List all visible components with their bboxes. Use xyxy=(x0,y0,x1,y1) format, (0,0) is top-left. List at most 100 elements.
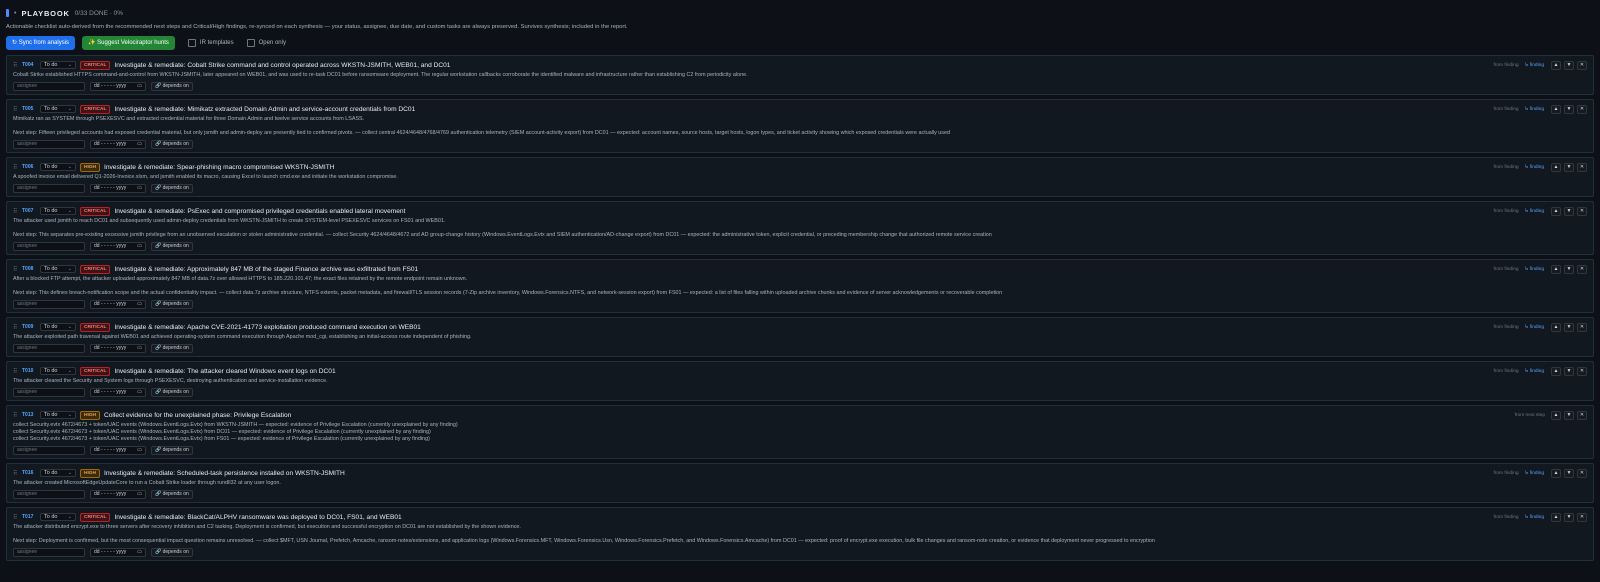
move-down-button[interactable]: ▼ xyxy=(1564,60,1574,70)
depends-on-button[interactable]: 🔗 depends on xyxy=(151,184,193,193)
drag-handle-icon[interactable]: ⠿ xyxy=(13,208,18,215)
delete-task-button[interactable]: ✕ xyxy=(1577,512,1587,522)
calendar-icon[interactable]: ▭ xyxy=(137,141,142,148)
calendar-icon[interactable]: ▭ xyxy=(137,345,142,352)
move-down-button[interactable]: ▼ xyxy=(1564,264,1574,274)
drag-handle-icon[interactable]: ⠿ xyxy=(13,324,18,331)
move-up-button[interactable]: ▲ xyxy=(1551,366,1561,376)
depends-on-button[interactable]: 🔗 depends on xyxy=(151,82,193,91)
move-up-button[interactable]: ▲ xyxy=(1551,162,1561,172)
status-select[interactable]: To do ⌄ xyxy=(40,105,76,113)
move-up-button[interactable]: ▲ xyxy=(1551,206,1561,216)
depends-on-button[interactable]: 🔗 depends on xyxy=(151,446,193,455)
assignee-input[interactable]: assignee xyxy=(13,184,85,193)
finding-link[interactable]: ↳ finding xyxy=(1525,63,1545,68)
status-select[interactable]: To do ⌄ xyxy=(40,163,76,171)
move-down-button[interactable]: ▼ xyxy=(1564,104,1574,114)
status-select[interactable]: To do ⌄ xyxy=(40,207,76,215)
status-select[interactable]: To do ⌄ xyxy=(40,323,76,331)
move-down-button[interactable]: ▼ xyxy=(1564,512,1574,522)
status-select[interactable]: To do ⌄ xyxy=(40,61,76,69)
assignee-input[interactable]: assignee xyxy=(13,82,85,91)
depends-on-button[interactable]: 🔗 depends on xyxy=(151,388,193,397)
delete-task-button[interactable]: ✕ xyxy=(1577,206,1587,216)
move-up-button[interactable]: ▲ xyxy=(1551,322,1561,332)
drag-handle-icon[interactable]: ⠿ xyxy=(13,266,18,273)
due-date-input[interactable]: dd - - - - - yyyy ▭ xyxy=(90,300,146,309)
move-down-button[interactable]: ▼ xyxy=(1564,162,1574,172)
drag-handle-icon[interactable]: ⠿ xyxy=(13,164,18,171)
assignee-input[interactable]: assignee xyxy=(13,242,85,251)
move-down-button[interactable]: ▼ xyxy=(1564,468,1574,478)
ir-templates-toggle[interactable]: IR templates xyxy=(187,39,234,47)
finding-link[interactable]: ↳ finding xyxy=(1525,267,1545,272)
delete-task-button[interactable]: ✕ xyxy=(1577,104,1587,114)
assignee-input[interactable]: assignee xyxy=(13,300,85,309)
calendar-icon[interactable]: ▭ xyxy=(137,83,142,90)
open-only-checkbox[interactable] xyxy=(246,39,255,47)
move-up-button[interactable]: ▲ xyxy=(1551,60,1561,70)
assignee-input[interactable]: assignee xyxy=(13,446,85,455)
move-up-button[interactable]: ▲ xyxy=(1551,104,1561,114)
finding-link[interactable]: ↳ finding xyxy=(1525,471,1545,476)
depends-on-button[interactable]: 🔗 depends on xyxy=(151,242,193,251)
assignee-input[interactable]: assignee xyxy=(13,490,85,499)
move-up-button[interactable]: ▲ xyxy=(1551,264,1561,274)
finding-link[interactable]: ↳ finding xyxy=(1525,209,1545,214)
status-select[interactable]: To do ⌄ xyxy=(40,411,76,419)
finding-link[interactable]: ↳ finding xyxy=(1525,515,1545,520)
due-date-input[interactable]: dd - - - - - yyyy ▭ xyxy=(90,344,146,353)
due-date-input[interactable]: dd - - - - - yyyy ▭ xyxy=(90,446,146,455)
due-date-input[interactable]: dd - - - - - yyyy ▭ xyxy=(90,140,146,149)
delete-task-button[interactable]: ✕ xyxy=(1577,366,1587,376)
due-date-input[interactable]: dd - - - - - yyyy ▭ xyxy=(90,82,146,91)
delete-task-button[interactable]: ✕ xyxy=(1577,322,1587,332)
drag-handle-icon[interactable]: ⠿ xyxy=(13,470,18,477)
due-date-input[interactable]: dd - - - - - yyyy ▭ xyxy=(90,388,146,397)
due-date-input[interactable]: dd - - - - - yyyy ▭ xyxy=(90,184,146,193)
status-select[interactable]: To do ⌄ xyxy=(40,513,76,521)
status-select[interactable]: To do ⌄ xyxy=(40,367,76,375)
calendar-icon[interactable]: ▭ xyxy=(137,185,142,192)
depends-on-button[interactable]: 🔗 depends on xyxy=(151,300,193,309)
calendar-icon[interactable]: ▭ xyxy=(137,389,142,396)
due-date-input[interactable]: dd - - - - - yyyy ▭ xyxy=(90,548,146,557)
drag-handle-icon[interactable]: ⠿ xyxy=(13,106,18,113)
finding-link[interactable]: ↳ finding xyxy=(1525,165,1545,170)
calendar-icon[interactable]: ▭ xyxy=(137,301,142,308)
suggest-velociraptor-hunts-button[interactable]: ✨ Suggest Velociraptor hunts xyxy=(82,36,175,50)
calendar-icon[interactable]: ▭ xyxy=(137,491,142,498)
depends-on-button[interactable]: 🔗 depends on xyxy=(151,548,193,557)
move-down-button[interactable]: ▼ xyxy=(1564,322,1574,332)
move-down-button[interactable]: ▼ xyxy=(1564,206,1574,216)
due-date-input[interactable]: dd - - - - - yyyy ▭ xyxy=(90,490,146,499)
calendar-icon[interactable]: ▭ xyxy=(137,243,142,250)
sync-from-analysis-button[interactable]: ↻ Sync from analysis xyxy=(6,36,76,50)
drag-handle-icon[interactable]: ⠿ xyxy=(13,514,18,521)
delete-task-button[interactable]: ✕ xyxy=(1577,162,1587,172)
calendar-icon[interactable]: ▭ xyxy=(137,549,142,556)
depends-on-button[interactable]: 🔗 depends on xyxy=(151,344,193,353)
assignee-input[interactable]: assignee xyxy=(13,140,85,149)
calendar-icon[interactable]: ▭ xyxy=(137,447,142,454)
move-up-button[interactable]: ▲ xyxy=(1551,410,1561,420)
status-select[interactable]: To do ⌄ xyxy=(40,469,76,477)
delete-task-button[interactable]: ✕ xyxy=(1577,264,1587,274)
move-up-button[interactable]: ▲ xyxy=(1551,468,1561,478)
open-only-toggle[interactable]: Open only xyxy=(246,39,286,47)
assignee-input[interactable]: assignee xyxy=(13,344,85,353)
depends-on-button[interactable]: 🔗 depends on xyxy=(151,140,193,149)
drag-handle-icon[interactable]: ⠿ xyxy=(13,412,18,419)
drag-handle-icon[interactable]: ⠿ xyxy=(13,368,18,375)
ir-templates-checkbox[interactable] xyxy=(187,39,196,47)
assignee-input[interactable]: assignee xyxy=(13,388,85,397)
due-date-input[interactable]: dd - - - - - yyyy ▭ xyxy=(90,242,146,251)
delete-task-button[interactable]: ✕ xyxy=(1577,410,1587,420)
delete-task-button[interactable]: ✕ xyxy=(1577,468,1587,478)
move-down-button[interactable]: ▼ xyxy=(1564,366,1574,376)
drag-handle-icon[interactable]: ⠿ xyxy=(13,62,18,69)
assignee-input[interactable]: assignee xyxy=(13,548,85,557)
move-down-button[interactable]: ▼ xyxy=(1564,410,1574,420)
move-up-button[interactable]: ▲ xyxy=(1551,512,1561,522)
finding-link[interactable]: ↳ finding xyxy=(1525,369,1545,374)
